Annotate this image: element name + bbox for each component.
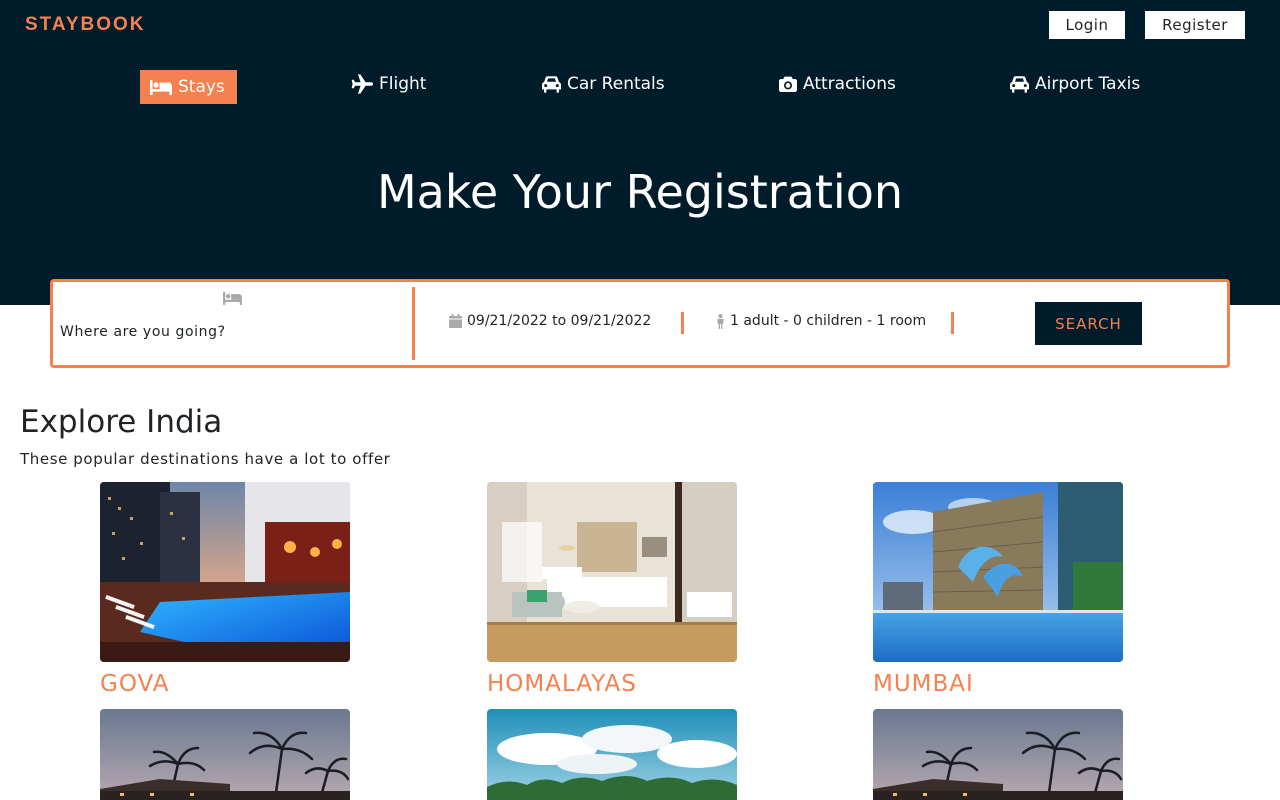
nav-flight-label: Flight [379,74,427,94]
car-icon [542,75,561,93]
camera-icon [779,76,797,92]
nav-stays[interactable]: Stays [140,70,237,104]
destination-name[interactable]: MUMBAI [873,671,974,697]
hero-banner: STAYBOOK Login Register Stays Flight Car… [0,0,1280,305]
brand-logo[interactable]: STAYBOOK [25,14,146,36]
destination-image-sky-trees[interactable] [487,709,737,800]
bed-icon [150,80,172,95]
search-bar: 09/21/2022 to 09/21/2022 1 adult - 0 chi… [50,279,1230,368]
guests-picker[interactable]: 1 adult - 0 children - 1 room [716,313,926,329]
destination-name[interactable]: GOVA [100,671,170,697]
register-button[interactable]: Register [1145,11,1245,39]
person-icon [717,313,724,329]
calendar-icon [449,314,462,328]
nav-airport-taxis[interactable]: Airport Taxis [1010,67,1140,101]
nav-attractions-label: Attractions [803,74,896,94]
destination-input[interactable] [60,324,400,340]
taxi-icon [1010,75,1029,93]
bed-icon [223,291,242,305]
section-subtitle: These popular destinations have a lot to… [20,450,391,468]
section-title: Explore India [20,404,223,440]
divider [681,312,684,334]
destination-image-mumbai[interactable] [873,482,1123,662]
nav-stays-label: Stays [178,77,225,97]
nav-airport-taxis-label: Airport Taxis [1035,74,1141,94]
destination-image-homalayas[interactable] [487,482,737,662]
nav-flight[interactable]: Flight [351,67,426,101]
destination-name[interactable]: HOMALAYAS [487,671,637,697]
divider [951,312,954,334]
destination-image-gova[interactable] [100,482,350,662]
destination-image-palm-resort[interactable] [100,709,350,800]
date-range-text: 09/21/2022 to 09/21/2022 [467,313,652,329]
divider [412,287,415,360]
nav-car-rentals-label: Car Rentals [567,74,665,94]
login-button[interactable]: Login [1049,11,1125,39]
nav-attractions[interactable]: Attractions [779,67,896,101]
hero-title: Make Your Registration [376,165,903,219]
guests-text: 1 adult - 0 children - 1 room [730,313,927,329]
plane-icon [351,74,373,94]
date-range-picker[interactable]: 09/21/2022 to 09/21/2022 [449,313,651,329]
nav-car-rentals[interactable]: Car Rentals [542,67,665,101]
destination-image-palm-resort[interactable] [873,709,1123,800]
search-button[interactable]: SEARCH [1035,302,1142,345]
